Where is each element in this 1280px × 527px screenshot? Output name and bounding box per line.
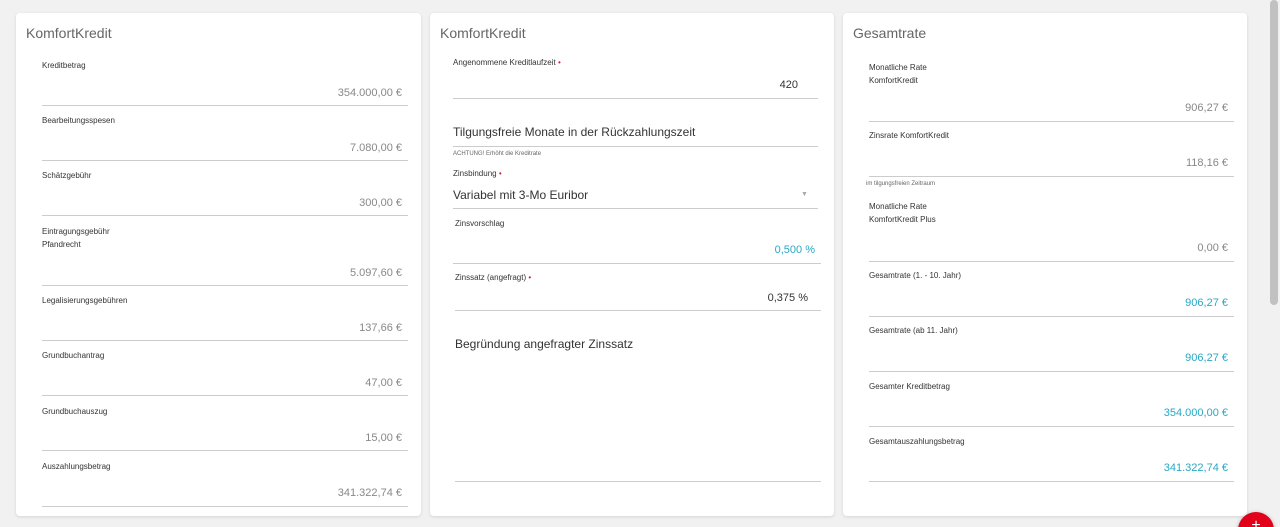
gesamtrate-2-value: 906,27 € [1185, 352, 1228, 364]
tilgungsfrei-note: im tilgungsfreien Zeitraum [866, 181, 936, 187]
card-title: Gesamtrate [853, 25, 927, 41]
legalisierungsgebuehren-value: 137,66 € [359, 322, 402, 334]
divider [42, 105, 408, 106]
gesamtrate-2-label: Gesamtrate (ab 11. Jahr) [869, 326, 958, 335]
grundbuchauszug-label: Grundbuchauszug [42, 407, 108, 416]
eintragungsgebuehr-label-2: Pfandrecht [42, 240, 81, 249]
divider [42, 160, 408, 161]
kreditbetrag-label: Kreditbetrag [42, 61, 86, 70]
zinsvorschlag-value: 0,500 % [774, 244, 815, 256]
bearbeitungsspesen-label: Bearbeitungsspesen [42, 116, 115, 125]
zinsbindung-select[interactable]: Variabel mit 3-Mo Euribor [453, 188, 588, 202]
divider [453, 146, 818, 147]
required-marker: • [528, 273, 532, 282]
chevron-down-icon[interactable]: ▼ [801, 191, 808, 198]
begruendung-textarea-label: Begründung angefragter Zinssatz [455, 337, 634, 351]
tilgungsfreie-monate-field[interactable]: Tilgungsfreie Monate in der Rückzahlungs… [453, 125, 695, 139]
scrollbar-thumb[interactable] [1270, 0, 1278, 305]
auszahlungsbetrag-label: Auszahlungsbetrag [42, 462, 111, 471]
divider [869, 481, 1234, 482]
zinsbindung-label: Zinsbindung • [453, 169, 502, 178]
bearbeitungsspesen-value: 7.080,00 € [350, 142, 402, 154]
plus-rate-label-2: KomfortKredit Plus [869, 215, 936, 224]
kreditbetrag-value: 354.000,00 € [337, 87, 402, 99]
zinsrate-label: Zinsrate KomfortKredit [869, 131, 950, 140]
card-title: KomfortKredit [440, 25, 526, 41]
grundbuchantrag-label: Grundbuchantrag [42, 351, 105, 360]
auszahlungsbetrag-value: 341.322,74 € [337, 487, 402, 499]
eintragungsgebuehr-label: Eintragungsgebühr [42, 227, 110, 236]
divider [42, 215, 408, 216]
grundbuchantrag-value: 47,00 € [365, 377, 402, 389]
monatliche-rate-label-2: KomfortKredit [869, 76, 918, 85]
grundbuchauszug-value: 15,00 € [365, 432, 402, 444]
divider [455, 310, 821, 311]
komfortkredit-conditions-card: KomfortKredit Angenommene Kreditlaufzeit… [430, 13, 834, 516]
divider [453, 263, 821, 264]
plus-rate-value: 0,00 € [1197, 242, 1228, 254]
monatliche-rate-value: 906,27 € [1185, 102, 1228, 114]
divider [42, 340, 408, 341]
plus-icon: + [1251, 517, 1261, 527]
kreditlaufzeit-input[interactable]: 420 [780, 79, 798, 91]
divider [42, 506, 408, 507]
gesamtauszahlung-value: 341.322,74 € [1163, 462, 1228, 474]
required-marker: • [557, 58, 561, 67]
card-title: KomfortKredit [26, 25, 112, 41]
kreditlaufzeit-label: Angenommene Kreditlaufzeit • [453, 58, 561, 67]
gesamter-kreditbetrag-value: 354.000,00 € [1163, 407, 1228, 419]
page-scrollbar[interactable] [1268, 0, 1280, 527]
gesamtrate-1-value: 906,27 € [1185, 297, 1228, 309]
divider [453, 208, 818, 209]
gesamtauszahlung-label: Gesamtauszahlungsbetrag [869, 437, 965, 446]
zinssatz-input[interactable]: 0,375 % [768, 292, 808, 304]
divider [869, 371, 1234, 372]
gesamtrate-card: Gesamtrate Monatliche Rate KomfortKredit… [843, 13, 1247, 516]
gesamter-kreditbetrag-label: Gesamter Kreditbetrag [869, 382, 950, 391]
zinsvorschlag-label: Zinsvorschlag [455, 219, 505, 228]
monatliche-rate-label: Monatliche Rate [869, 63, 927, 72]
gesamtrate-1-label: Gesamtrate (1. - 10. Jahr) [869, 271, 962, 280]
divider [869, 316, 1234, 317]
legalisierungsgebuehren-label: Legalisierungsgebühren [42, 296, 128, 305]
divider [42, 285, 408, 286]
divider [455, 481, 821, 482]
schaetzgebuehr-label: Schätzgebühr [42, 171, 92, 180]
schaetzgebuehr-value: 300,00 € [359, 197, 402, 209]
zinssatz-label: Zinssatz (angefragt) • [455, 273, 532, 282]
plus-rate-label: Monatliche Rate [869, 202, 927, 211]
divider [453, 98, 818, 99]
divider [869, 426, 1234, 427]
zinsrate-value: 118,16 € [1185, 157, 1228, 169]
divider [869, 261, 1234, 262]
begruendung-textarea[interactable] [455, 353, 821, 481]
divider [869, 176, 1234, 177]
divider [42, 395, 408, 396]
achtung-note: ACHTUNG! Erhöht die Kreditrate [453, 151, 542, 157]
divider [869, 121, 1234, 122]
divider [42, 450, 408, 451]
eintragungsgebuehr-value: 5.097,60 € [350, 267, 402, 279]
komfortkredit-costs-card: KomfortKredit Kreditbetrag 354.000,00 € … [16, 13, 421, 516]
required-marker: • [498, 169, 502, 178]
